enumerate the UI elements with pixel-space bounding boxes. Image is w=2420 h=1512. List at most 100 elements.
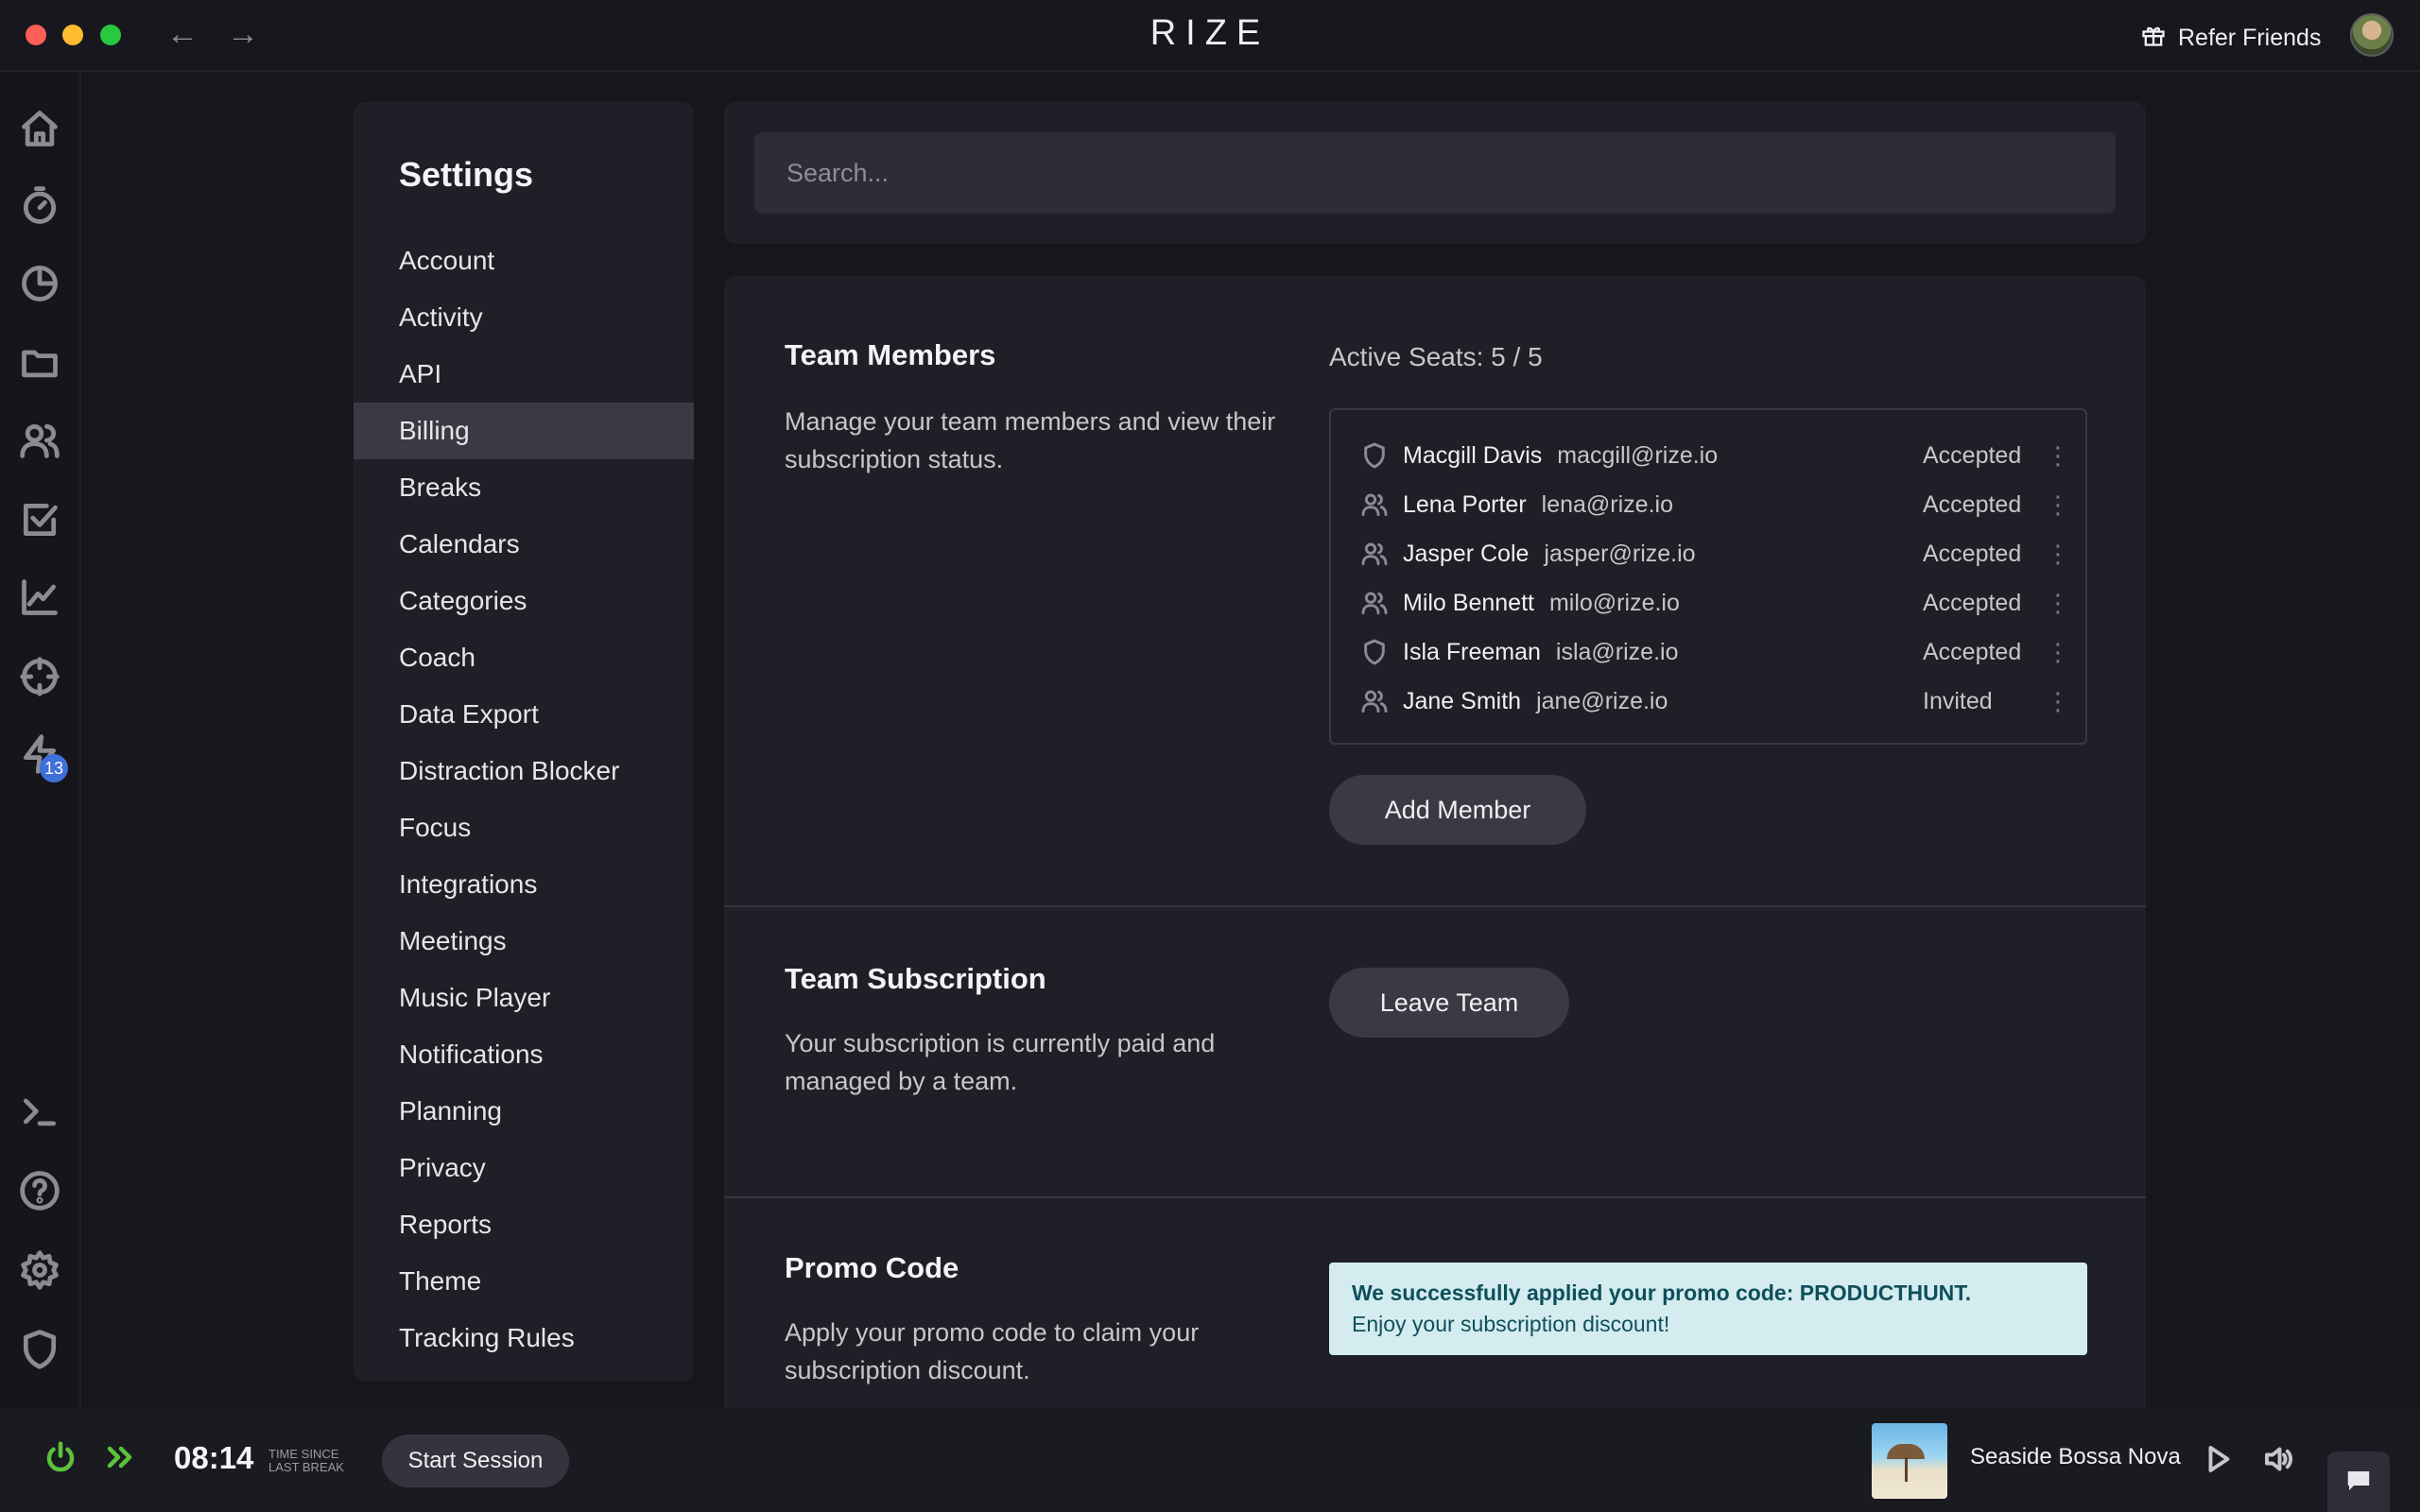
close-window-button[interactable] — [26, 25, 46, 45]
member-status: Accepted — [1923, 441, 2022, 469]
member-name: Jasper Cole — [1403, 540, 1530, 567]
settings-sidebar: Settings Account Activity API Billing Br… — [354, 102, 694, 1382]
settings-item-privacy[interactable]: Privacy — [354, 1140, 694, 1196]
pie-chart-icon[interactable] — [19, 263, 60, 304]
team-members-section: Team Members Manage your team members an… — [724, 276, 2146, 905]
list-item: Jane Smith jane@rize.io Invited ⋮ — [1359, 682, 2070, 720]
member-email: milo@rize.io — [1548, 589, 1680, 616]
list-item: Lena Porter lena@rize.io Accepted ⋮ — [1359, 486, 2070, 524]
shield-icon — [1359, 637, 1390, 667]
settings-item-coach[interactable]: Coach — [354, 629, 694, 686]
settings-item-planning[interactable]: Planning — [354, 1083, 694, 1140]
settings-item-music-player[interactable]: Music Player — [354, 970, 694, 1026]
refer-friends-label: Refer Friends — [2178, 24, 2322, 51]
users-icon — [1359, 588, 1390, 618]
chat-button[interactable] — [2327, 1452, 2390, 1512]
list-item: Isla Freeman isla@rize.io Accepted ⋮ — [1359, 633, 2070, 671]
settings-item-api[interactable]: API — [354, 346, 694, 403]
settings-item-data-export[interactable]: Data Export — [354, 686, 694, 743]
checkbox-icon[interactable] — [19, 499, 60, 541]
promo-code-section: Promo Code Apply your promo code to clai… — [724, 1198, 2146, 1410]
forward-arrow-icon[interactable]: → — [227, 15, 259, 53]
leave-team-button[interactable]: Leave Team — [1329, 968, 1569, 1038]
list-item: Macgill Davis macgill@rize.io Accepted ⋮ — [1359, 437, 2070, 474]
list-item: Jasper Cole jasper@rize.io Accepted ⋮ — [1359, 535, 2070, 573]
crosshair-icon[interactable] — [19, 656, 60, 697]
volume-icon[interactable] — [2261, 1442, 2295, 1476]
title-bar: ← → RIZE Refer Friends — [0, 0, 2420, 72]
settings-item-meetings[interactable]: Meetings — [354, 913, 694, 970]
users-icon — [1359, 539, 1390, 569]
gift-icon — [2140, 22, 2167, 55]
more-vertical-icon[interactable]: ⋮ — [2046, 633, 2070, 671]
team-subscription-section: Team Subscription Your subscription is c… — [724, 907, 2146, 1196]
promo-alert-title: We successfully applied your promo code:… — [1352, 1280, 1972, 1305]
fast-forward-icon[interactable] — [104, 1440, 138, 1474]
settings-item-calendars[interactable]: Calendars — [354, 516, 694, 573]
users-icon — [1359, 490, 1390, 520]
shield-icon[interactable] — [19, 1329, 60, 1370]
help-icon[interactable] — [19, 1170, 60, 1211]
member-name: Jane Smith — [1403, 687, 1522, 714]
member-email: jasper@rize.io — [1544, 540, 1696, 567]
settings-menu: Account Activity API Billing Breaks Cale… — [354, 232, 694, 1366]
active-seats: Active Seats: 5 / 5 — [1329, 342, 1543, 371]
promo-success-alert: We successfully applied your promo code:… — [1329, 1263, 2087, 1355]
notification-badge: 13 — [40, 754, 68, 782]
terminal-icon[interactable] — [19, 1091, 60, 1132]
avatar[interactable] — [2350, 13, 2394, 57]
users-icon[interactable] — [19, 420, 60, 461]
more-vertical-icon[interactable]: ⋮ — [2046, 437, 2070, 474]
bottom-bar: 08:14 TIME SINCE LAST BREAK Start Sessio… — [0, 1408, 2420, 1512]
settings-item-billing[interactable]: Billing — [354, 403, 694, 459]
member-status: Accepted — [1923, 589, 2022, 616]
app-logo: RIZE — [1150, 13, 1270, 53]
member-status: Accepted — [1923, 490, 2022, 518]
more-vertical-icon[interactable]: ⋮ — [2046, 584, 2070, 622]
track-title: Seaside Bossa Nova — [1970, 1444, 2181, 1469]
more-vertical-icon[interactable]: ⋮ — [2046, 682, 2070, 720]
settings-item-activity[interactable]: Activity — [354, 289, 694, 346]
member-name: Isla Freeman — [1403, 638, 1541, 665]
settings-item-focus[interactable]: Focus — [354, 799, 694, 856]
more-vertical-icon[interactable]: ⋮ — [2046, 535, 2070, 573]
member-status: Accepted — [1923, 638, 2022, 665]
member-email: jane@rize.io — [1536, 687, 1668, 714]
search-input[interactable] — [754, 132, 2116, 214]
promo-alert-body: Enjoy your subscription discount! — [1352, 1312, 1670, 1336]
gear-icon[interactable] — [19, 1249, 60, 1291]
power-icon[interactable] — [43, 1440, 78, 1474]
trend-chart-icon[interactable] — [19, 576, 60, 618]
member-name: Macgill Davis — [1403, 441, 1543, 469]
folder-icon[interactable] — [19, 342, 60, 384]
add-member-button[interactable]: Add Member — [1329, 775, 1586, 845]
settings-item-categories[interactable]: Categories — [354, 573, 694, 629]
start-session-button[interactable]: Start Session — [382, 1435, 569, 1487]
settings-item-breaks[interactable]: Breaks — [354, 459, 694, 516]
settings-title: Settings — [399, 155, 534, 194]
maximize-window-button[interactable] — [100, 25, 121, 45]
refer-friends-button[interactable]: Refer Friends — [2140, 19, 2321, 57]
lightning-icon[interactable]: 13 — [19, 733, 68, 782]
list-item: Milo Bennett milo@rize.io Accepted ⋮ — [1359, 584, 2070, 622]
promo-code-title: Promo Code — [785, 1251, 959, 1284]
shield-icon — [1359, 440, 1390, 471]
member-status: Accepted — [1923, 540, 2022, 567]
more-vertical-icon[interactable]: ⋮ — [2046, 486, 2070, 524]
minimize-window-button[interactable] — [62, 25, 83, 45]
play-icon[interactable] — [2201, 1442, 2235, 1476]
settings-item-integrations[interactable]: Integrations — [354, 856, 694, 913]
settings-item-reports[interactable]: Reports — [354, 1196, 694, 1253]
settings-item-notifications[interactable]: Notifications — [354, 1026, 694, 1083]
billing-content: Team Members Manage your team members an… — [724, 276, 2146, 1410]
icon-rail: 13 — [0, 74, 81, 1408]
back-arrow-icon[interactable]: ← — [166, 15, 199, 53]
settings-item-theme[interactable]: Theme — [354, 1253, 694, 1310]
settings-item-distraction-blocker[interactable]: Distraction Blocker — [354, 743, 694, 799]
settings-item-account[interactable]: Account — [354, 232, 694, 289]
timer-icon[interactable] — [19, 185, 60, 227]
home-icon[interactable] — [19, 108, 60, 149]
settings-item-tracking-rules[interactable]: Tracking Rules — [354, 1310, 694, 1366]
member-email: macgill@rize.io — [1557, 441, 1719, 469]
team-subscription-title: Team Subscription — [785, 962, 1046, 995]
